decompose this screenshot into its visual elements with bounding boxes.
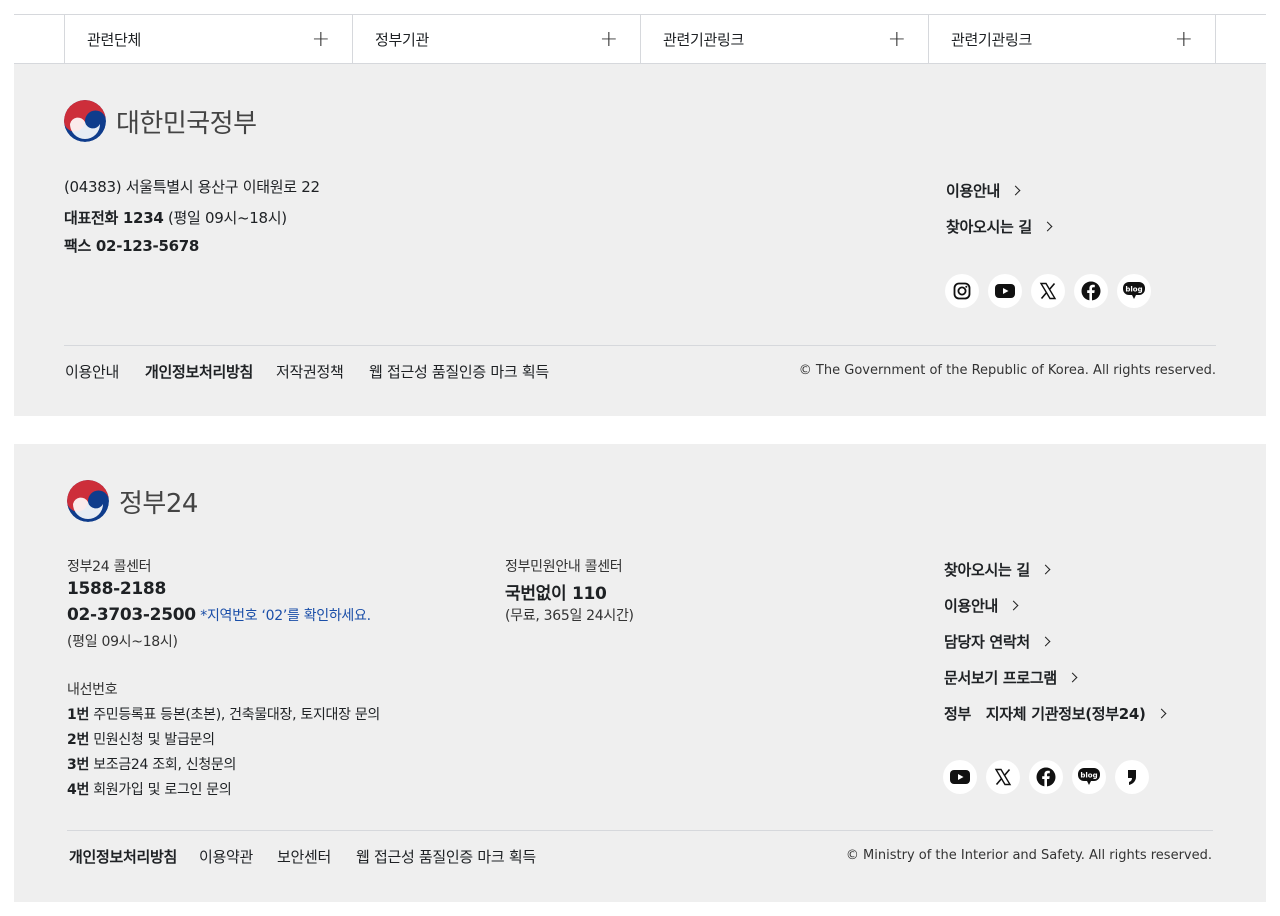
footer-link-copyright-policy[interactable]: 저작권정책 bbox=[276, 361, 344, 382]
related-agency-links-toggle[interactable]: 관련기관링크 + bbox=[640, 15, 928, 64]
youtube-icon[interactable] bbox=[943, 760, 977, 794]
call-center-hours: (평일 09시~18시) bbox=[67, 634, 178, 650]
extension-number: 4번 bbox=[67, 782, 90, 798]
civil-center-number: 국번없이 110 bbox=[505, 584, 607, 604]
fax-text: 팩스 02-123-5678 bbox=[64, 237, 200, 255]
copyright-text: © Ministry of the Interior and Safety. A… bbox=[845, 848, 1212, 863]
extension-number: 2번 bbox=[67, 732, 90, 748]
taeguk-logo-icon bbox=[67, 480, 109, 522]
chevron-right-icon bbox=[1067, 672, 1078, 683]
related-agency-links-label-2: 관련기관링크 bbox=[951, 31, 1033, 49]
chevron-right-icon bbox=[1040, 564, 1051, 575]
chevron-right-icon bbox=[1040, 636, 1051, 647]
call-center-number-2: 02-3703-2500 bbox=[67, 605, 196, 625]
facebook-icon[interactable] bbox=[1074, 274, 1108, 308]
gov-footer: 대한민국정부 (04383) 서울특별시 용산구 이태원로 22 대표전화 12… bbox=[14, 64, 1266, 416]
extension-title: 내선번호 bbox=[67, 682, 118, 698]
extension-item: 3번 보조금24 조회, 신청문의 bbox=[67, 754, 236, 774]
plus-icon: + bbox=[311, 26, 330, 52]
chevron-right-icon bbox=[1010, 185, 1021, 196]
guide-link[interactable]: 이용안내 bbox=[946, 180, 1021, 201]
extension-desc: 민원신청 및 발급문의 bbox=[93, 732, 215, 748]
footer-link-guide[interactable]: 이용안내 bbox=[65, 361, 119, 382]
document-viewer-link[interactable]: 문서보기 프로그램 bbox=[944, 667, 1078, 688]
footer-link-privacy[interactable]: 개인정보처리방침 bbox=[145, 361, 253, 382]
extension-item: 1번 주민등록표 등본(초본), 건축물대장, 토지대장 문의 bbox=[67, 704, 380, 724]
facebook-icon[interactable] bbox=[1029, 760, 1063, 794]
footer-link-terms[interactable]: 이용약관 bbox=[199, 846, 253, 867]
gov24-logo[interactable]: 정부24 bbox=[67, 480, 198, 522]
extension-number: 1번 bbox=[67, 707, 90, 723]
x-icon[interactable] bbox=[986, 760, 1020, 794]
document-viewer-link-label: 문서보기 프로그램 bbox=[944, 669, 1057, 687]
call-center-title: 정부24 콜센터 bbox=[67, 559, 152, 575]
blog-icon[interactable]: blog bbox=[1072, 760, 1106, 794]
area-code-note: *지역번호 ‘02’를 확인하세요. bbox=[200, 608, 371, 624]
extension-number: 3번 bbox=[67, 757, 90, 773]
call-center-number-2-row: 02-3703-2500 *지역번호 ‘02’를 확인하세요. bbox=[67, 605, 371, 625]
instagram-icon[interactable] bbox=[945, 274, 979, 308]
plus-icon: + bbox=[599, 26, 618, 52]
footer-link-accessibility[interactable]: 웹 접근성 품질인증 마크 획득 bbox=[356, 846, 536, 867]
extension-item: 4번 회원가입 및 로그인 문의 bbox=[67, 779, 232, 799]
contact-link[interactable]: 담당자 연락처 bbox=[944, 631, 1051, 652]
call-center-number: 1588-2188 bbox=[67, 579, 166, 599]
civil-center-hours: (무료, 365일 24시간) bbox=[505, 608, 634, 624]
directions-link[interactable]: 찾아오시는 길 bbox=[946, 216, 1053, 237]
footer-link-privacy[interactable]: 개인정보처리방침 bbox=[69, 846, 177, 867]
brunch-icon[interactable] bbox=[1115, 760, 1149, 794]
plus-icon: + bbox=[887, 26, 906, 52]
phone-label: 대표전화 1234 bbox=[64, 209, 164, 227]
directions-link-label: 찾아오시는 길 bbox=[946, 218, 1032, 236]
related-links-bar: 관련단체 + 정부기관 + 관련기관링크 + 관련기관링크 + bbox=[14, 14, 1266, 64]
chevron-right-icon bbox=[1008, 600, 1019, 611]
extension-desc: 주민등록표 등본(초본), 건축물대장, 토지대장 문의 bbox=[93, 707, 381, 723]
agency-info-link-label: 정부 지자체 기관정보(정부24) bbox=[944, 705, 1146, 723]
plus-icon: + bbox=[1174, 26, 1193, 52]
extension-desc: 회원가입 및 로그인 문의 bbox=[93, 782, 232, 798]
directions-link[interactable]: 찾아오시는 길 bbox=[944, 559, 1051, 580]
chevron-right-icon bbox=[1156, 708, 1167, 719]
chevron-right-icon bbox=[1042, 221, 1053, 232]
gov24-footer: 정부24 정부24 콜센터 1588-2188 02-3703-2500 *지역… bbox=[14, 444, 1266, 902]
copyright-text: © The Government of the Republic of Kore… bbox=[798, 363, 1216, 378]
phone-row: 대표전화 1234 (평일 09시~18시) bbox=[64, 207, 287, 228]
svg-text:blog: blog bbox=[1080, 772, 1097, 780]
footer-link-accessibility[interactable]: 웹 접근성 품질인증 마크 획득 bbox=[369, 361, 549, 382]
phone-hours: (평일 09시~18시) bbox=[167, 209, 287, 227]
blog-icon[interactable]: blog bbox=[1117, 274, 1151, 308]
guide-link-label: 이용안내 bbox=[944, 597, 999, 615]
guide-link[interactable]: 이용안내 bbox=[944, 595, 1019, 616]
address-text: (04383) 서울특별시 용산구 이태원로 22 bbox=[64, 178, 320, 196]
gov-agencies-label: 정부기관 bbox=[375, 31, 430, 49]
extension-item: 2번 민원신청 및 발급문의 bbox=[67, 729, 215, 749]
related-agency-links-toggle-2[interactable]: 관련기관링크 + bbox=[928, 15, 1216, 64]
contact-link-label: 담당자 연락처 bbox=[944, 633, 1030, 651]
civil-center-title: 정부민원안내 콜센터 bbox=[505, 559, 623, 575]
extension-desc: 보조금24 조회, 신청문의 bbox=[93, 757, 237, 773]
youtube-icon[interactable] bbox=[988, 274, 1022, 308]
gov-agencies-toggle[interactable]: 정부기관 + bbox=[352, 15, 640, 64]
guide-link-label: 이용안내 bbox=[946, 182, 1001, 200]
gov-logo[interactable]: 대한민국정부 bbox=[64, 100, 257, 142]
gov24-brand-name: 정부24 bbox=[119, 488, 198, 519]
agency-info-link[interactable]: 정부 지자체 기관정보(정부24) bbox=[944, 703, 1167, 724]
related-agency-links-label: 관련기관링크 bbox=[663, 31, 745, 49]
gov-brand-name: 대한민국정부 bbox=[116, 108, 257, 139]
directions-link-label: 찾아오시는 길 bbox=[944, 561, 1030, 579]
footer-divider bbox=[67, 830, 1213, 831]
taeguk-logo-icon bbox=[64, 100, 106, 142]
footer-divider bbox=[64, 345, 1216, 346]
footer-link-security-center[interactable]: 보안센터 bbox=[277, 846, 331, 867]
x-icon[interactable] bbox=[1031, 274, 1065, 308]
related-orgs-label: 관련단체 bbox=[87, 31, 142, 49]
svg-text:blog: blog bbox=[1125, 286, 1142, 294]
related-orgs-toggle[interactable]: 관련단체 + bbox=[64, 15, 352, 64]
